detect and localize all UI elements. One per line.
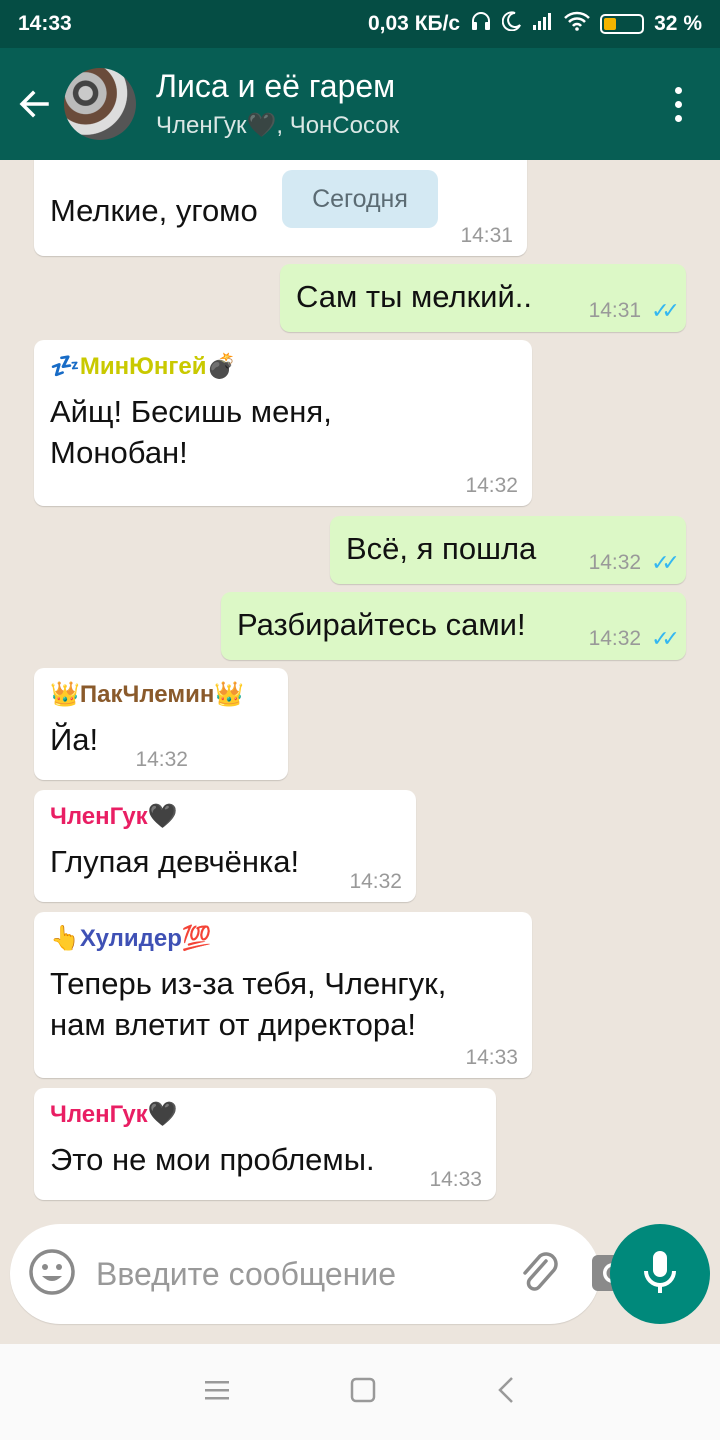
menu-icon[interactable] bbox=[204, 1379, 230, 1406]
mic-button[interactable] bbox=[610, 1224, 710, 1324]
chat-members: ЧленГук🖤, ЧонСосок bbox=[156, 112, 400, 139]
message-bubble-incoming[interactable]: 👑ПакЧлемин👑 Йа! 14:32 bbox=[34, 668, 288, 780]
system-nav-bar bbox=[0, 1344, 720, 1440]
status-right: 0,03 КБ/с 32 % bbox=[368, 11, 702, 37]
message-time: 14:32 bbox=[349, 870, 402, 893]
message-bubble-incoming[interactable]: 👆Хулидер💯 Теперь из-за тебя, Членгук, на… bbox=[34, 912, 532, 1078]
message-time: 14:32 bbox=[465, 474, 518, 497]
message-composer bbox=[10, 1224, 634, 1324]
network-speed: 0,03 КБ/с bbox=[367, 12, 461, 35]
message-time: 14:31 bbox=[460, 224, 513, 247]
message-time: 14:32 bbox=[588, 627, 642, 650]
sender-name[interactable]: ЧленГук🖤 bbox=[50, 1100, 480, 1129]
more-vert-icon[interactable] bbox=[666, 86, 690, 122]
message-time: 14:32 bbox=[588, 551, 642, 574]
home-square-icon[interactable] bbox=[350, 1377, 376, 1408]
battery-icon bbox=[600, 14, 645, 34]
sender-name[interactable]: 👑ПакЧлемин👑 bbox=[50, 680, 272, 709]
read-ticks-icon: ✓✓ bbox=[651, 298, 680, 323]
paperclip-icon[interactable] bbox=[516, 1249, 562, 1300]
chat-title: Лиса и её гарем bbox=[156, 68, 396, 104]
message-time: 14:33 bbox=[429, 1168, 482, 1191]
sender-name[interactable]: 👆Хулидер💯 bbox=[50, 924, 516, 953]
message-bubble-incoming[interactable]: ЧленГук🖤 Глупая девчёнка! 14:32 bbox=[34, 790, 416, 902]
message-time: 14:33 bbox=[465, 1046, 518, 1069]
message-bubble-outgoing[interactable]: Всё, я пошла 14:32 ✓✓ bbox=[330, 516, 686, 584]
message-bubble-incoming[interactable]: ЧленГук🖤 Это не мои проблемы. 14:33 bbox=[34, 1088, 496, 1200]
chat-title-area[interactable]: Лиса и её гарем ЧленГук🖤, ЧонСосок bbox=[156, 68, 666, 140]
arrow-back-icon[interactable] bbox=[4, 74, 64, 134]
message-time: 14:32 bbox=[135, 748, 188, 771]
message-list[interactable]: Мелкие, угомо 14:31 Сегодня Сам ты мелки… bbox=[0, 160, 720, 1350]
read-ticks-icon: ✓✓ bbox=[651, 550, 680, 575]
message-bubble-incoming[interactable]: 💤МинЮнгей💣 Айщ! Бесишь меня, Монобан! 14… bbox=[34, 340, 532, 506]
wifi-icon bbox=[564, 11, 591, 37]
emoji-icon[interactable] bbox=[28, 1248, 76, 1301]
message-bubble-outgoing[interactable]: Разбирайтесь сами! 14:32 ✓✓ bbox=[221, 592, 686, 660]
status-bar: 14:33 0,03 КБ/с 32 % bbox=[0, 0, 720, 48]
message-text: Это не мои проблемы. bbox=[50, 1142, 375, 1177]
message-text: Айщ! Бесишь меня, Монобан! bbox=[50, 394, 332, 470]
back-triangle-icon[interactable] bbox=[496, 1376, 516, 1409]
message-input[interactable] bbox=[96, 1255, 516, 1293]
read-ticks-icon: ✓✓ bbox=[651, 626, 680, 651]
message-text: Мелкие, угомо bbox=[50, 193, 258, 228]
sender-name[interactable]: 💤МинЮнгей💣 bbox=[50, 352, 516, 381]
message-text: Глупая девчёнка! bbox=[50, 844, 300, 879]
moon-icon bbox=[501, 11, 522, 37]
status-time: 14:33 bbox=[18, 12, 72, 35]
message-bubble-incoming[interactable]: Мелкие, угомо 14:31 bbox=[34, 160, 527, 256]
message-text: Теперь из-за тебя, Членгук, нам влетит о… bbox=[50, 966, 447, 1042]
message-time: 14:31 bbox=[588, 299, 642, 322]
sender-name[interactable]: ЧленГук🖤 bbox=[50, 802, 400, 831]
group-avatar[interactable] bbox=[64, 68, 136, 140]
signal-icon bbox=[532, 11, 554, 37]
message-bubble-outgoing[interactable]: Сам ты мелкий.. 14:31 ✓✓ bbox=[280, 264, 686, 332]
headphones-icon bbox=[470, 11, 492, 37]
date-separator: Сегодня bbox=[282, 170, 438, 228]
battery-percent: 32 % bbox=[654, 12, 702, 35]
chat-header: Лиса и её гарем ЧленГук🖤, ЧонСосок bbox=[0, 48, 720, 160]
mic-icon bbox=[640, 1249, 680, 1300]
